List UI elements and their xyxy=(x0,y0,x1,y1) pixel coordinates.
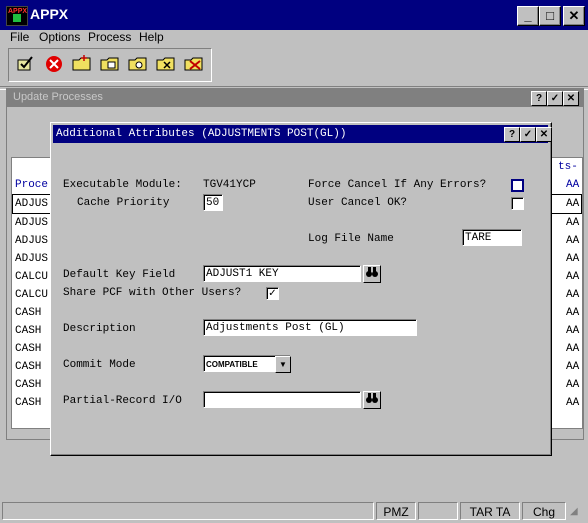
right-row[interactable]: AA xyxy=(548,194,582,214)
process-row[interactable]: CASH xyxy=(12,394,54,412)
right-row[interactable]: AA xyxy=(548,394,582,412)
close-button[interactable]: ✕ xyxy=(563,6,585,26)
menu-options[interactable]: Options xyxy=(39,30,80,44)
process-row[interactable]: CASH xyxy=(12,304,54,322)
right-row[interactable]: AA xyxy=(548,322,582,340)
process-row[interactable]: CALCU xyxy=(12,268,54,286)
user-cancel-label: User Cancel OK? xyxy=(308,197,408,209)
process-row[interactable]: ADJUS xyxy=(12,214,54,232)
cache-priority-field[interactable]: 50 xyxy=(203,194,223,211)
executable-module-value: TGV41YCP xyxy=(203,179,256,191)
right-row[interactable]: AA xyxy=(548,232,582,250)
right-column-header-top: ts- xyxy=(558,161,578,173)
commit-mode-value: COMPATIBLE xyxy=(206,360,258,369)
log-file-field[interactable]: TARE xyxy=(462,229,522,246)
description-field[interactable]: Adjustments Post (GL) xyxy=(203,319,417,336)
process-row[interactable]: ADJUS xyxy=(12,232,54,250)
status-tar-ta: TAR TA xyxy=(460,502,520,520)
update-processes-titlebar: Update Processes ? ✓ ✕ xyxy=(7,89,583,107)
update-processes-title: Update Processes xyxy=(13,91,103,103)
default-key-lookup-icon[interactable] xyxy=(363,265,381,283)
folder-delete-icon[interactable] xyxy=(183,55,205,75)
default-key-label: Default Key Field xyxy=(63,269,176,281)
folder-search-icon[interactable] xyxy=(127,55,149,75)
commit-mode-label: Commit Mode xyxy=(63,359,136,371)
menu-file[interactable]: File xyxy=(10,30,29,44)
folder-close-icon[interactable] xyxy=(155,55,177,75)
process-row[interactable]: CASH xyxy=(12,376,54,394)
right-row[interactable]: AA xyxy=(548,286,582,304)
right-row[interactable]: AA xyxy=(548,214,582,232)
right-row[interactable]: AA xyxy=(548,250,582,268)
default-key-field[interactable]: ADJUST1 KEY xyxy=(203,265,361,282)
check-icon[interactable] xyxy=(15,55,37,75)
user-cancel-checkbox[interactable] xyxy=(511,197,524,210)
status-empty xyxy=(418,502,458,520)
right-row[interactable]: AA xyxy=(548,268,582,286)
bg-help-button[interactable]: ? xyxy=(531,91,547,106)
executable-module-label: Executable Module: xyxy=(63,179,182,191)
share-pcf-label: Share PCF with Other Users? xyxy=(63,287,242,299)
folder-new-icon[interactable] xyxy=(71,55,93,75)
status-pmz: PMZ xyxy=(376,502,416,520)
process-list-right: ts- AA AA AA AA AA AA AA AA AA AA AA AA … xyxy=(547,157,583,429)
toolbar xyxy=(8,48,212,82)
maximize-button[interactable]: □ xyxy=(539,6,561,26)
process-list-left: Proce ADJUS ADJUS ADJUS ADJUS CALCU CALC… xyxy=(11,157,55,429)
right-row[interactable]: AA xyxy=(548,358,582,376)
description-label: Description xyxy=(63,323,136,335)
dialog-close-button[interactable]: ✕ xyxy=(536,127,552,142)
right-row[interactable]: AA xyxy=(548,340,582,358)
cancel-icon[interactable] xyxy=(43,55,65,75)
appx-logo-icon: APPX xyxy=(6,6,28,26)
process-row[interactable]: CALCU xyxy=(12,286,54,304)
log-file-label: Log File Name xyxy=(308,233,394,245)
process-row[interactable]: CASH xyxy=(12,358,54,376)
minimize-button[interactable]: _ xyxy=(517,6,539,26)
process-column-header: Proce xyxy=(15,179,49,191)
process-row[interactable]: CASH xyxy=(12,340,54,358)
additional-attributes-dialog: Additional Attributes (ADJUSTMENTS POST(… xyxy=(50,122,552,456)
dialog-title: Additional Attributes (ADJUSTMENTS POST(… xyxy=(56,128,347,140)
status-message xyxy=(2,502,374,520)
chevron-down-icon[interactable]: ▼ xyxy=(275,356,291,373)
dialog-ok-button[interactable]: ✓ xyxy=(520,127,536,142)
status-mode: Chg xyxy=(522,502,566,520)
folder-open-icon[interactable] xyxy=(99,55,121,75)
right-row[interactable]: AA xyxy=(548,376,582,394)
menu-help[interactable]: Help xyxy=(139,30,164,44)
force-cancel-label: Force Cancel If Any Errors? xyxy=(308,179,487,191)
process-row[interactable]: CASH xyxy=(12,322,54,340)
share-pcf-checkbox[interactable]: ✓ xyxy=(266,287,279,300)
right-column-header: AA xyxy=(566,179,580,191)
dialog-help-button[interactable]: ? xyxy=(504,127,520,142)
bg-ok-button[interactable]: ✓ xyxy=(547,91,563,106)
resize-grip-icon[interactable]: ◢ xyxy=(570,506,578,517)
menu-bar: File Options Process Help xyxy=(0,30,588,48)
force-cancel-checkbox[interactable] xyxy=(511,179,524,192)
process-row[interactable]: ADJUS xyxy=(12,194,54,214)
menu-process[interactable]: Process xyxy=(88,30,131,44)
process-row[interactable]: ADJUS xyxy=(12,250,54,268)
dialog-titlebar: Additional Attributes (ADJUSTMENTS POST(… xyxy=(53,125,552,143)
right-row[interactable]: AA xyxy=(548,304,582,322)
partial-record-field[interactable] xyxy=(203,391,361,408)
cache-priority-label: Cache Priority xyxy=(77,197,170,209)
partial-record-lookup-icon[interactable] xyxy=(363,391,381,409)
title-bar: APPX APPX _ □ ✕ xyxy=(0,0,588,30)
app-title: APPX xyxy=(30,6,69,22)
bg-close-button[interactable]: ✕ xyxy=(563,91,579,106)
status-bar: PMZ TAR TA Chg ◢ xyxy=(0,500,588,523)
partial-record-label: Partial-Record I/O xyxy=(63,395,182,407)
